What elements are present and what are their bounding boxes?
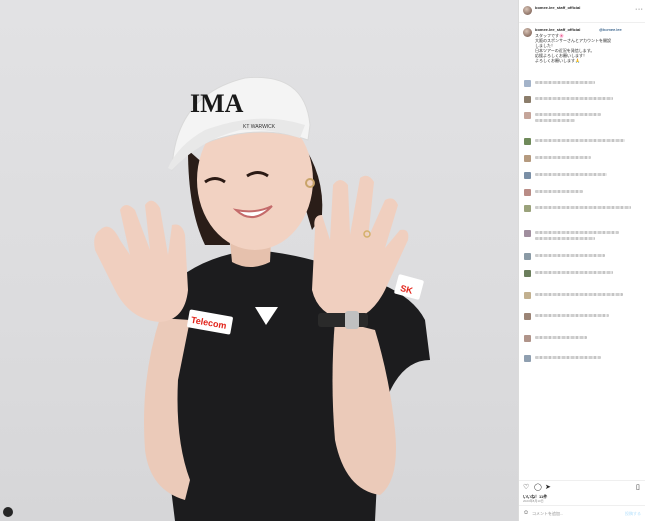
tag-user-icon[interactable] xyxy=(3,507,13,517)
heart-icon[interactable]: ♡ xyxy=(523,484,529,491)
comment-avatar[interactable] xyxy=(524,155,531,162)
comment-icon[interactable]: ◯ xyxy=(534,484,542,491)
comment-avatar[interactable] xyxy=(524,172,531,179)
blurred-comment xyxy=(535,336,587,339)
comment-avatar[interactable] xyxy=(524,96,531,103)
blurred-comment xyxy=(535,156,591,159)
blurred-comment xyxy=(535,356,601,359)
blurred-comment xyxy=(535,206,631,209)
bookmark-icon[interactable]: ▯ xyxy=(636,484,640,491)
blurred-comment xyxy=(535,190,583,193)
blurred-comment xyxy=(535,113,601,116)
cap-small-text: KT WARWICK xyxy=(243,124,276,130)
post-sidebar: bomee.lee_staff_official ··· bomee.lee_s… xyxy=(518,0,645,521)
blurred-comment xyxy=(535,81,595,84)
comment-avatar[interactable] xyxy=(524,205,531,212)
left-hand xyxy=(94,200,188,322)
blurred-comment xyxy=(535,173,607,176)
blurred-comment xyxy=(535,293,623,296)
comment-avatar[interactable] xyxy=(524,80,531,87)
blurred-comment xyxy=(535,314,609,317)
blurred-comment xyxy=(535,237,595,240)
comment-avatar[interactable] xyxy=(524,292,531,299)
blurred-comment xyxy=(535,231,619,234)
avatar[interactable] xyxy=(523,6,532,15)
comment-avatar[interactable] xyxy=(524,355,531,362)
comment-avatar[interactable] xyxy=(524,112,531,119)
blurred-comment xyxy=(535,139,625,142)
comment-input[interactable]: コメントを追加... xyxy=(532,511,563,516)
share-icon[interactable]: ➤ xyxy=(545,484,551,491)
comment-avatar[interactable] xyxy=(524,138,531,145)
cap-logo: IMA xyxy=(190,89,244,118)
comment-avatar[interactable] xyxy=(524,230,531,237)
caption-line: よろしくお願いします🙏 xyxy=(535,58,580,63)
blurred-comment xyxy=(535,254,605,257)
post-photo[interactable]: IMA KT WARWICK SK Telecom xyxy=(0,0,518,521)
comment-avatar[interactable] xyxy=(524,270,531,277)
header-username[interactable]: bomee.lee_staff_official xyxy=(535,5,580,10)
wristwatch xyxy=(318,313,368,327)
caption-avatar[interactable] xyxy=(523,28,532,37)
post-header: bomee.lee_staff_official ··· xyxy=(519,0,645,23)
comment-input-bar: ☺ コメントを追加... 投稿する xyxy=(519,505,645,521)
more-icon[interactable]: ··· xyxy=(635,6,644,13)
watch-face xyxy=(345,311,359,329)
photo-illustration: IMA KT WARWICK SK Telecom xyxy=(94,76,430,521)
emoji-icon[interactable]: ☺ xyxy=(523,510,529,517)
comment-avatar[interactable] xyxy=(524,335,531,342)
post-date: 2023年8月10日 xyxy=(523,499,544,503)
blurred-comment xyxy=(535,271,613,274)
caption-username[interactable]: bomee.lee_staff_official xyxy=(535,27,580,32)
caption-mention[interactable]: @bomee.lee xyxy=(599,27,622,32)
comment-avatar[interactable] xyxy=(524,313,531,320)
blurred-comment xyxy=(535,97,613,100)
post-comment-button[interactable]: 投稿する xyxy=(625,511,641,516)
blurred-comment xyxy=(535,119,575,122)
comment-avatar[interactable] xyxy=(524,189,531,196)
comment-avatar[interactable] xyxy=(524,253,531,260)
